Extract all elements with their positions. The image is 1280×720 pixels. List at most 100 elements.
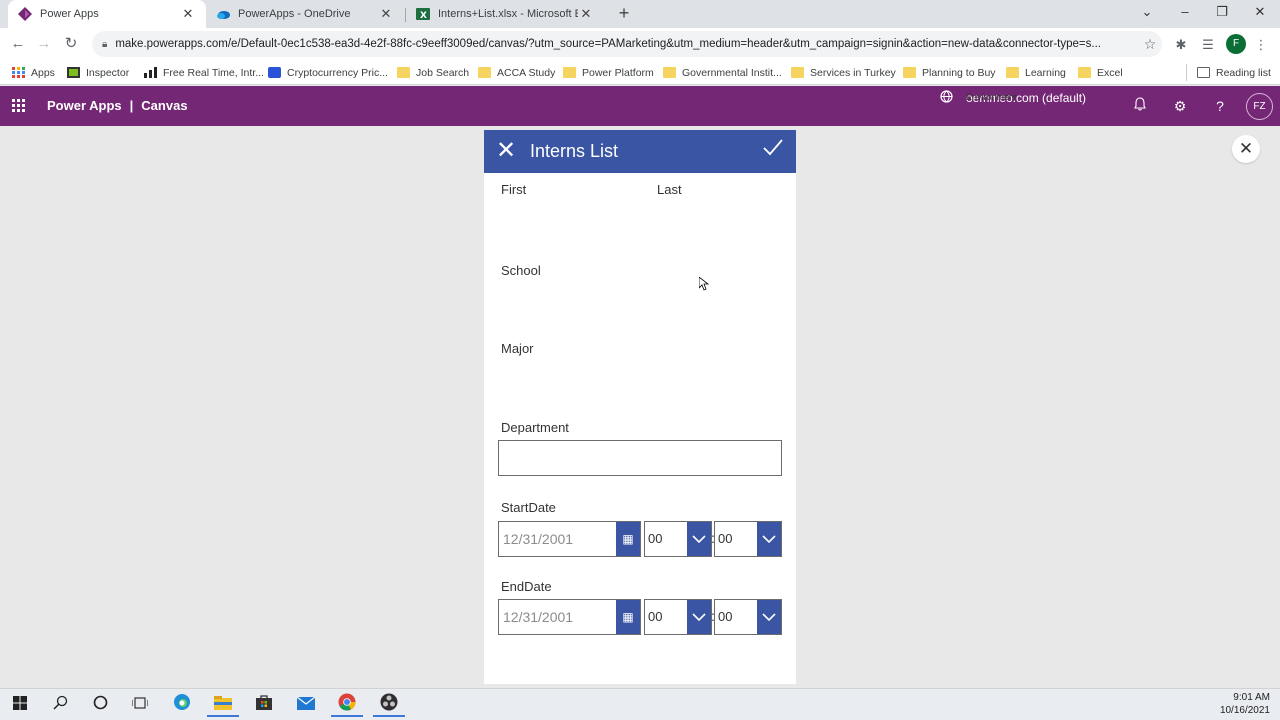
obs-studio-icon[interactable]	[373, 693, 405, 717]
bookmark-services-turkey[interactable]: Services in Turkey	[791, 64, 896, 81]
reading-list-button[interactable]: Reading list	[1186, 64, 1271, 81]
department-label: Department	[501, 420, 569, 435]
form-title: Interns List	[530, 141, 619, 161]
tab-title: Power Apps	[40, 8, 99, 20]
start-minute-dropdown[interactable]: 00	[714, 521, 782, 557]
windows-taskbar: 9:01 AM 10/16/2021	[0, 688, 1280, 720]
browser-tab-strip: Power Apps ✕ PowerApps - OneDrive ✕ X In…	[0, 0, 1280, 28]
lock-icon: 🔒︎	[102, 38, 108, 50]
bookmark-label: Inspector	[86, 66, 130, 79]
close-window-icon[interactable]: ✕	[1250, 4, 1270, 20]
bookmark-label: Planning to Buy	[922, 66, 996, 79]
restore-icon[interactable]: ❐	[1212, 4, 1232, 20]
task-view-icon[interactable]	[124, 693, 156, 717]
calendar-icon[interactable]: ▦	[616, 600, 640, 634]
browser-toolbar: ← → ↻ 🔒︎ make.powerapps.com/e/Default-0e…	[0, 28, 1280, 60]
more-menu-icon[interactable]: ⋮	[1252, 36, 1270, 54]
bookmark-label: ACCA Study	[497, 66, 556, 79]
new-tab-button[interactable]: +	[614, 3, 634, 23]
close-tab-icon[interactable]: ✕	[180, 6, 196, 22]
close-tab-icon[interactable]: ✕	[578, 6, 594, 22]
end-hour-dropdown[interactable]: 00	[644, 599, 712, 635]
end-hour-value: 00	[648, 609, 663, 624]
tab-excel[interactable]: X Interns+List.xlsx - Microsoft Excel ✕	[406, 0, 604, 28]
start-minute-value: 00	[718, 531, 733, 546]
bookmark-inspector[interactable]: Inspector	[67, 64, 129, 81]
windows-start-icon[interactable]	[4, 693, 36, 717]
back-icon[interactable]: ←	[8, 34, 28, 54]
bookmark-job-search[interactable]: Job Search	[397, 64, 469, 81]
start-date-picker[interactable]: 12/31/2001 ▦	[498, 521, 641, 557]
chrome-icon[interactable]	[331, 693, 363, 717]
bookmark-governmental[interactable]: Governmental Instit...	[663, 64, 782, 81]
reading-list-label: Reading list	[1216, 66, 1271, 79]
app-launcher-icon[interactable]	[12, 99, 26, 113]
bookmark-excel[interactable]: Excel	[1078, 64, 1123, 81]
cortana-icon[interactable]	[84, 693, 116, 717]
title-separator: |	[129, 98, 134, 113]
chevron-down-icon	[687, 522, 711, 556]
chevron-down-icon	[757, 600, 781, 634]
end-date-picker[interactable]: 12/31/2001 ▦	[498, 599, 641, 635]
extensions-icon[interactable]: ✱	[1172, 36, 1190, 54]
chevron-down-icon	[687, 600, 711, 634]
folder-icon	[563, 67, 576, 78]
system-clock[interactable]: 9:01 AM 10/16/2021	[1220, 691, 1270, 717]
profile-avatar[interactable]: F	[1226, 34, 1246, 54]
major-label: Major	[501, 341, 534, 356]
bookmark-apps[interactable]: Apps	[12, 64, 55, 81]
minimize-icon[interactable]: –	[1175, 4, 1195, 19]
start-hour-dropdown[interactable]: 00	[644, 521, 712, 557]
calendar-icon[interactable]: ▦	[616, 522, 640, 556]
close-preview-button[interactable]: ✕	[1232, 135, 1260, 163]
clock-date: 10/16/2021	[1219, 705, 1270, 716]
bookmark-label: Learning	[1025, 66, 1066, 79]
forward-icon[interactable]: →	[34, 34, 54, 54]
bookmark-star-icon[interactable]: ☆	[1138, 36, 1162, 53]
folder-icon	[663, 67, 676, 78]
environment-icon	[940, 90, 954, 106]
file-explorer-icon[interactable]	[207, 693, 239, 717]
bookmark-power-platform[interactable]: Power Platform	[563, 64, 654, 81]
reload-icon[interactable]: ↻	[61, 34, 81, 54]
product-name: Power Apps	[47, 98, 122, 113]
media-control-icon[interactable]: ☰	[1199, 36, 1217, 54]
tab-title: PowerApps - OneDrive	[238, 8, 351, 20]
tab-onedrive[interactable]: PowerApps - OneDrive ✕	[206, 0, 404, 28]
folder-icon	[478, 67, 491, 78]
search-icon[interactable]	[44, 693, 76, 717]
end-minute-dropdown[interactable]: 00	[714, 599, 782, 635]
cancel-icon[interactable]: ✕	[496, 138, 516, 164]
tab-power-apps[interactable]: Power Apps ✕	[8, 0, 206, 28]
chevron-down-icon	[757, 522, 781, 556]
store-icon[interactable]	[248, 693, 280, 717]
edge-icon[interactable]	[166, 693, 198, 717]
bookmark-label: Cryptocurrency Pric...	[287, 66, 388, 79]
url-text: make.powerapps.com/e/Default-0ec1c538-ea…	[115, 38, 1101, 50]
bookmark-learning[interactable]: Learning	[1006, 64, 1066, 81]
department-input[interactable]	[498, 440, 782, 476]
svg-text:X: X	[420, 11, 427, 21]
form-header: ✕ Interns List	[484, 130, 796, 173]
tab-title: Interns+List.xlsx - Microsoft Excel	[438, 8, 578, 20]
tab-search-icon[interactable]: ⌄	[1137, 4, 1157, 20]
user-avatar[interactable]: FZ	[1246, 93, 1273, 120]
environment-picker[interactable]: Environment oemmeo.com (default)	[940, 90, 1086, 106]
mail-icon[interactable]	[290, 693, 322, 717]
first-label: First	[501, 182, 527, 197]
notifications-icon[interactable]	[1131, 97, 1149, 115]
submit-check-icon[interactable]	[762, 136, 784, 165]
bookmark-cryptocurrency[interactable]: Cryptocurrency Pric...	[268, 64, 388, 81]
address-bar[interactable]: 🔒︎ make.powerapps.com/e/Default-0ec1c538…	[92, 31, 1162, 57]
bookmark-planning-to-buy[interactable]: Planning to Buy	[903, 64, 996, 81]
close-tab-icon[interactable]: ✕	[378, 6, 394, 22]
bookmark-free-real-time[interactable]: Free Real Time, Intr...	[144, 64, 264, 81]
bookmarks-bar: Apps Inspector Free Real Time, Intr... C…	[0, 60, 1280, 85]
folder-icon	[903, 67, 916, 78]
settings-gear-icon[interactable]: ⚙	[1171, 97, 1189, 115]
apps-grid-icon	[12, 67, 25, 78]
bookmark-label: Job Search	[416, 66, 470, 79]
bookmark-acca-study[interactable]: ACCA Study	[478, 64, 555, 81]
reading-list-icon	[1197, 67, 1210, 78]
help-icon[interactable]: ?	[1211, 97, 1229, 115]
